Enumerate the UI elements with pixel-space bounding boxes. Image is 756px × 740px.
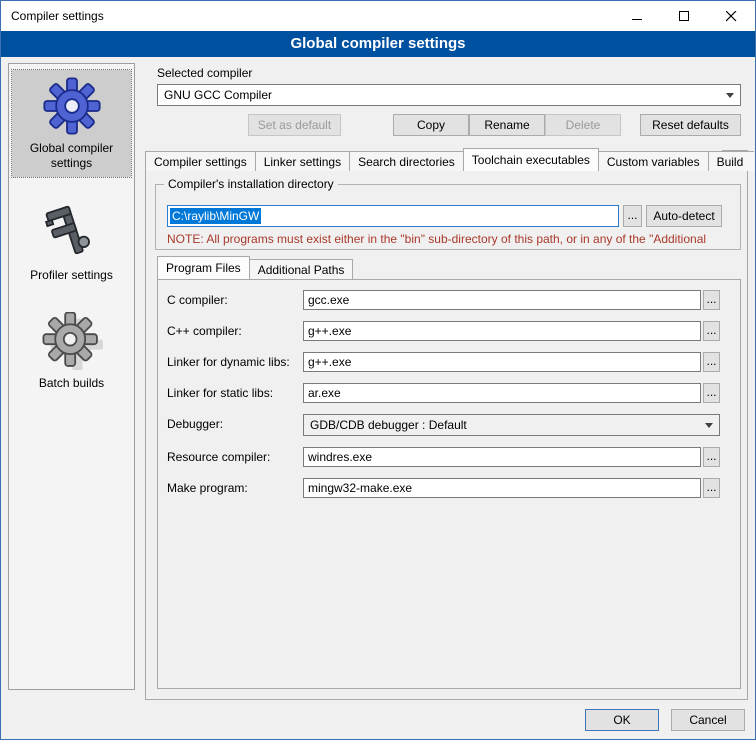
static-linker-input[interactable] — [303, 383, 701, 403]
window-title: Compiler settings — [1, 9, 614, 23]
maximize-button[interactable] — [661, 1, 708, 31]
dynamic-linker-browse-button[interactable]: ... — [703, 352, 720, 372]
minimize-icon — [632, 11, 643, 22]
titlebar: Compiler settings — [1, 1, 755, 31]
static-linker-browse-button[interactable]: ... — [703, 383, 720, 403]
selected-compiler-label: Selected compiler — [157, 66, 252, 80]
reset-defaults-button[interactable]: Reset defaults — [640, 114, 741, 136]
cpp-compiler-browse-button[interactable]: ... — [703, 321, 720, 341]
install-dir-input[interactable]: C:\raylib\MinGW — [167, 205, 619, 227]
ok-button[interactable]: OK — [585, 709, 659, 731]
sidebar-item-label: Batch builds — [14, 376, 129, 391]
subtab-program-files[interactable]: Program Files — [157, 256, 250, 279]
field-label: Linker for static libs: — [167, 386, 273, 400]
c-compiler-input[interactable] — [303, 290, 701, 310]
bin-subdirectory-note: NOTE: All programs must exist either in … — [167, 232, 733, 246]
debugger-select-value: GDB/CDB debugger : Default — [310, 418, 699, 432]
gear-icon — [41, 77, 103, 135]
tab-toolchain-executables[interactable]: Toolchain executables — [463, 148, 599, 171]
resource-compiler-browse-button[interactable]: ... — [703, 447, 720, 467]
installation-directory-group-title: Compiler's installation directory — [164, 177, 338, 191]
sidebar-item-global-compiler-settings[interactable]: Global compiler settings — [12, 70, 131, 177]
sidebar-item-label: Global compiler settings — [14, 141, 129, 171]
dynamic-linker-input[interactable] — [303, 352, 701, 372]
sidebar-item-profiler-settings[interactable]: Profiler settings — [12, 193, 131, 289]
set-as-default-button: Set as default — [248, 114, 341, 136]
resource-compiler-input[interactable] — [303, 447, 701, 467]
toolchain-executables-panel: Compiler's installation directory C:\ray… — [145, 170, 748, 700]
cancel-button[interactable]: Cancel — [671, 709, 745, 731]
program-files-panel: C compiler: ... C++ compiler: ... Linker… — [157, 279, 741, 689]
subtab-additional-paths[interactable]: Additional Paths — [249, 259, 354, 279]
minimize-button[interactable] — [614, 1, 661, 31]
installation-directory-group: Compiler's installation directory C:\ray… — [155, 184, 741, 250]
debugger-select[interactable]: GDB/CDB debugger : Default — [303, 414, 720, 436]
tab-compiler-settings[interactable]: Compiler settings — [145, 151, 256, 171]
page-title: Global compiler settings — [1, 31, 755, 57]
field-label: Make program: — [167, 481, 248, 495]
auto-detect-button[interactable]: Auto-detect — [646, 205, 722, 227]
make-program-input[interactable] — [303, 478, 701, 498]
batch-gear-icon — [41, 312, 103, 370]
settings-category-list: Global compiler settings Profiler settin… — [8, 63, 135, 690]
close-button[interactable] — [708, 1, 755, 31]
tab-bar: Compiler settings Linker settings Search… — [145, 148, 753, 171]
field-label: Linker for dynamic libs: — [167, 355, 290, 369]
copy-button[interactable]: Copy — [393, 114, 469, 136]
install-dir-browse-button[interactable]: ... — [623, 205, 642, 227]
compiler-settings-window: Compiler settings Global compiler settin… — [0, 0, 756, 740]
delete-button: Delete — [545, 114, 621, 136]
tab-build-options[interactable]: Build — [708, 151, 754, 171]
sidebar-item-label: Profiler settings — [14, 268, 129, 283]
make-program-browse-button[interactable]: ... — [703, 478, 720, 498]
compiler-select-value: GNU GCC Compiler — [164, 88, 720, 102]
field-label: C++ compiler: — [167, 324, 242, 338]
sidebar-item-batch-builds[interactable]: Batch builds — [12, 305, 131, 397]
tab-linker-settings[interactable]: Linker settings — [255, 151, 350, 171]
install-dir-selected-text: C:\raylib\MinGW — [170, 208, 261, 224]
rename-button[interactable]: Rename — [469, 114, 545, 136]
maximize-icon — [679, 11, 690, 22]
c-compiler-browse-button[interactable]: ... — [703, 290, 720, 310]
close-icon — [726, 11, 737, 22]
compiler-select[interactable]: GNU GCC Compiler — [157, 84, 741, 106]
field-label: Resource compiler: — [167, 450, 270, 464]
field-label: C compiler: — [167, 293, 228, 307]
tab-custom-variables[interactable]: Custom variables — [598, 151, 709, 171]
tab-search-directories[interactable]: Search directories — [349, 151, 464, 171]
chevron-down-icon — [705, 423, 713, 428]
profiler-icon — [44, 200, 100, 262]
field-label: Debugger: — [167, 417, 223, 431]
cpp-compiler-input[interactable] — [303, 321, 701, 341]
subtab-bar: Program Files Additional Paths — [157, 256, 352, 279]
chevron-down-icon — [726, 93, 734, 98]
